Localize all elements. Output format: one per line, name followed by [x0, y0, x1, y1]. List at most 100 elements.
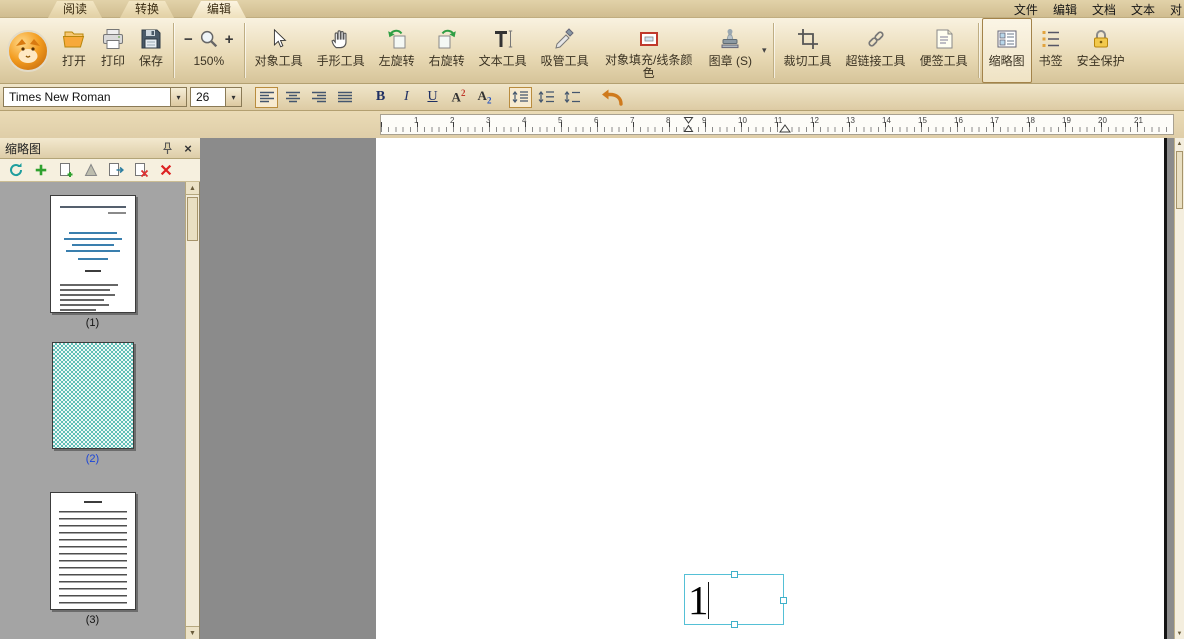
resize-handle-bottom[interactable] [731, 621, 738, 628]
tab-edit[interactable]: 编辑 [192, 1, 246, 18]
rotate-right-button[interactable]: 右旋转 [422, 18, 472, 83]
panel-scrollbar[interactable]: ▲ ▼ [185, 182, 199, 639]
scroll-down-icon[interactable]: ▼ [186, 626, 199, 639]
extract-page-icon[interactable] [82, 162, 99, 179]
app-logo-button[interactable] [2, 18, 54, 83]
object-tool-button[interactable]: 对象工具 [248, 18, 310, 83]
bookmark-list-icon [1039, 24, 1063, 54]
menu-document[interactable]: 文档 [1092, 1, 1116, 18]
open-button[interactable]: 打开 [54, 18, 94, 83]
align-center-button[interactable] [281, 87, 304, 108]
bold-button[interactable]: B [369, 87, 392, 108]
page-thumbnail-2-selected[interactable] [51, 342, 134, 449]
undo-button[interactable] [597, 87, 627, 108]
folder-open-icon [61, 24, 87, 54]
page-label-3[interactable]: (3) [86, 614, 99, 626]
align-right-button[interactable] [307, 87, 330, 108]
export-page-icon[interactable] [107, 162, 124, 179]
tab-reading[interactable]: 阅读 [48, 1, 102, 18]
page-thumbnail-1[interactable] [49, 195, 136, 314]
chain-link-icon [864, 24, 888, 54]
hand-tool-button[interactable]: 手形工具 [310, 18, 372, 83]
crop-tool-button[interactable]: 裁切工具 [777, 18, 839, 83]
fill-line-color-button[interactable]: 对象填充/线条颜色 [596, 18, 702, 83]
main-toolbar: 打开 打印 保存 − + 150% 对象工具 手形工具 左旋转 右旋转 文本工具… [0, 18, 1184, 84]
italic-button[interactable]: I [395, 87, 418, 108]
indent-marker-first-line[interactable] [683, 116, 694, 133]
format-toolbar: Times New Roman ▾ 26 ▾ B I U A2 A2 [0, 84, 1184, 111]
scroll-up-icon[interactable]: ▲ [1175, 138, 1184, 149]
magnifier-icon [198, 28, 220, 50]
page-label-1[interactable]: (1) [86, 317, 99, 329]
thumbnail-panel-icon [995, 24, 1019, 54]
replace-page-icon[interactable] [132, 162, 149, 179]
indent-marker-right[interactable] [779, 124, 791, 133]
color-rect-icon [637, 24, 661, 53]
stamp-dropdown-arrow[interactable]: ▾ [759, 18, 770, 83]
rotate-page-icon[interactable] [7, 162, 24, 179]
vertical-scrollbar[interactable]: ▲ ▼ [1174, 138, 1184, 639]
printer-icon [101, 24, 125, 54]
tab-convert[interactable]: 转换 [120, 1, 174, 18]
delete-page-icon[interactable] [157, 162, 174, 179]
eyedropper-icon [553, 24, 577, 54]
document-page[interactable]: 1 [376, 138, 1167, 639]
insert-page-icon[interactable] [57, 162, 74, 179]
menu-edit[interactable]: 编辑 [1053, 1, 1077, 18]
menu-file[interactable]: 文件 [1014, 1, 1038, 18]
panel-scrollbar-thumb[interactable] [187, 197, 198, 241]
line-spacing-double-button[interactable] [561, 87, 584, 108]
top-menu: 文件 编辑 文档 文本 对 [1014, 0, 1184, 18]
subscript-button[interactable]: A2 [473, 87, 496, 108]
security-button[interactable]: 安全保护 [1070, 18, 1132, 83]
toolbar-separator [772, 23, 774, 78]
textbox-content: 1 [688, 577, 709, 623]
page-thumbnail-3[interactable] [49, 491, 136, 611]
line-spacing-1-5-button[interactable] [535, 87, 558, 108]
resize-handle-top[interactable] [731, 571, 738, 578]
rotate-left-button[interactable]: 左旋转 [372, 18, 422, 83]
panel-title: 缩略图 [5, 141, 42, 156]
menu-text[interactable]: 文本 [1131, 1, 1155, 18]
zoom-out-button[interactable]: − [184, 32, 193, 47]
resize-handle-right[interactable] [780, 597, 787, 604]
text-tool-button[interactable]: 文本工具 [472, 18, 534, 83]
font-size-combobox[interactable]: 26 ▾ [190, 87, 242, 107]
text-edit-box[interactable]: 1 [684, 571, 787, 628]
chevron-down-icon[interactable]: ▾ [225, 88, 241, 106]
hyperlink-tool-button[interactable]: 超链接工具 [839, 18, 913, 83]
bookmark-button[interactable]: 书签 [1032, 18, 1070, 83]
vertical-scrollbar-thumb[interactable] [1176, 151, 1183, 209]
pin-icon[interactable] [160, 141, 174, 156]
close-icon[interactable]: × [181, 141, 195, 156]
scroll-down-icon[interactable]: ▼ [1175, 628, 1184, 639]
toolbar-separator [173, 23, 175, 78]
stamp-button[interactable]: 图章 (S) [702, 18, 759, 83]
page-label-2[interactable]: (2) [86, 453, 99, 465]
horizontal-ruler: 1 2 3 4 5 6 7 8 9 10 11 12 13 14 15 16 17 18 19 20 21 [380, 114, 1174, 135]
save-button[interactable]: 保存 [132, 18, 170, 83]
add-page-icon[interactable] [32, 162, 49, 179]
underline-button[interactable]: U [421, 87, 444, 108]
line-spacing-single-button[interactable] [509, 86, 532, 108]
zoom-in-button[interactable]: + [225, 32, 234, 47]
superscript-button[interactable]: A2 [447, 87, 470, 108]
rotate-ccw-icon [385, 24, 409, 54]
menu-object-truncated[interactable]: 对 [1170, 1, 1182, 18]
document-area: 1 [200, 138, 1174, 639]
fox-logo-icon [6, 29, 50, 73]
thumbnail-panel-toolbar [0, 159, 200, 182]
print-button[interactable]: 打印 [94, 18, 132, 83]
undo-arrow-icon [600, 87, 624, 107]
line-spacing-double-icon [564, 90, 581, 104]
font-family-combobox[interactable]: Times New Roman ▾ [3, 87, 187, 107]
stamp-icon [718, 24, 742, 54]
note-tool-button[interactable]: 便签工具 [913, 18, 975, 83]
crop-icon [796, 24, 820, 54]
eyedropper-tool-button[interactable]: 吸管工具 [534, 18, 596, 83]
thumbnail-panel-button[interactable]: 缩略图 [981, 18, 1032, 83]
chevron-down-icon[interactable]: ▾ [170, 88, 186, 106]
scroll-up-icon[interactable]: ▲ [186, 182, 199, 195]
align-left-button[interactable] [255, 86, 278, 108]
align-justify-button[interactable] [333, 87, 356, 108]
